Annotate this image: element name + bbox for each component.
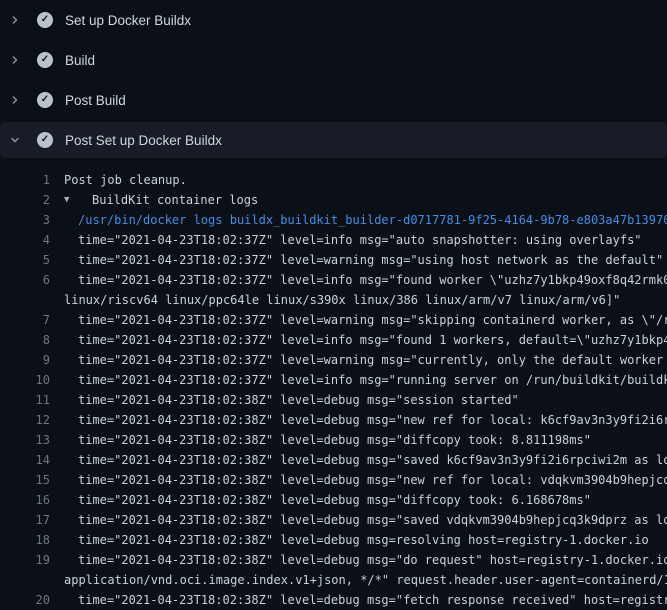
log-line: 1 Post job cleanup.: [0, 170, 667, 190]
log-line-number[interactable]: 5: [0, 250, 50, 270]
log-line: 8 time="2021-04-23T18:02:37Z" level=info…: [0, 330, 667, 350]
log-line-text: /usr/bin/docker logs buildx_buildkit_bui…: [50, 210, 667, 230]
log-line-continuation: linux/riscv64 linux/ppc64le linux/s390x …: [0, 290, 667, 310]
step-label: Build: [65, 53, 95, 68]
step-label: Set up Docker Buildx: [65, 13, 191, 28]
log-line: 7 time="2021-04-23T18:02:37Z" level=warn…: [0, 310, 667, 330]
log-line: 18 time="2021-04-23T18:02:38Z" level=deb…: [0, 530, 667, 550]
log-line-number[interactable]: 20: [0, 590, 50, 610]
log-line-number[interactable]: 6: [0, 270, 50, 290]
step-header-build[interactable]: ✓ Build: [0, 40, 667, 80]
log-line-continuation: application/vnd.oci.image.index.v1+json,…: [0, 570, 667, 590]
log-line-text: linux/riscv64 linux/ppc64le linux/s390x …: [50, 290, 620, 310]
log-group-header: 2 ▼BuildKit container logs: [0, 190, 667, 210]
log-line-number[interactable]: 7: [0, 310, 50, 330]
log-line-number[interactable]: [0, 290, 50, 310]
step-header-set-up-docker-buildx[interactable]: ✓ Set up Docker Buildx: [0, 0, 667, 40]
chevron-right-icon[interactable]: [9, 94, 21, 106]
log-line-number[interactable]: 10: [0, 370, 50, 390]
log-line-text: Post job cleanup.: [50, 170, 187, 190]
log-line: 19 time="2021-04-23T18:02:38Z" level=deb…: [0, 550, 667, 570]
log-line-number[interactable]: 18: [0, 530, 50, 550]
log-line-number[interactable]: 17: [0, 510, 50, 530]
step-label: Post Build: [65, 93, 126, 108]
log-line-text: time="2021-04-23T18:02:38Z" level=debug …: [50, 510, 667, 530]
chevron-down-icon[interactable]: [9, 134, 21, 146]
check-circle-icon: ✓: [37, 52, 53, 68]
log-area: 1 Post job cleanup. 2 ▼BuildKit containe…: [0, 158, 667, 610]
step-label: Post Set up Docker Buildx: [65, 133, 222, 148]
log-line: 16 time="2021-04-23T18:02:38Z" level=deb…: [0, 490, 667, 510]
log-line-number[interactable]: 2: [0, 190, 50, 210]
log-line: 15 time="2021-04-23T18:02:38Z" level=deb…: [0, 470, 667, 490]
log-line-text: time="2021-04-23T18:02:37Z" level=info m…: [50, 370, 667, 390]
log-line-number[interactable]: 14: [0, 450, 50, 470]
log-line-text: time="2021-04-23T18:02:37Z" level=warnin…: [50, 350, 667, 370]
log-line-number[interactable]: 16: [0, 490, 50, 510]
chevron-right-icon[interactable]: [9, 14, 21, 26]
log-line-text: time="2021-04-23T18:02:37Z" level=info m…: [50, 270, 667, 290]
log-line-number[interactable]: 4: [0, 230, 50, 250]
check-circle-icon: ✓: [37, 92, 53, 108]
steps-list: ✓ Set up Docker Buildx ✓ Build ✓ Post Bu…: [0, 0, 667, 158]
log-line: 5 time="2021-04-23T18:02:37Z" level=warn…: [0, 250, 667, 270]
log-line: 13 time="2021-04-23T18:02:38Z" level=deb…: [0, 430, 667, 450]
log-line: 9 time="2021-04-23T18:02:37Z" level=warn…: [0, 350, 667, 370]
log-line-number[interactable]: 9: [0, 350, 50, 370]
log-line-text: time="2021-04-23T18:02:38Z" level=debug …: [50, 470, 667, 490]
log-line: 17 time="2021-04-23T18:02:38Z" level=deb…: [0, 510, 667, 530]
log-line-text: time="2021-04-23T18:02:38Z" level=debug …: [50, 410, 667, 430]
log-line-number[interactable]: [0, 570, 50, 590]
log-line-text: time="2021-04-23T18:02:38Z" level=debug …: [50, 390, 519, 410]
log-line-text: time="2021-04-23T18:02:38Z" level=debug …: [50, 490, 591, 510]
log-line: 12 time="2021-04-23T18:02:38Z" level=deb…: [0, 410, 667, 430]
log-line-number[interactable]: 15: [0, 470, 50, 490]
log-line: 11 time="2021-04-23T18:02:38Z" level=deb…: [0, 390, 667, 410]
log-line-number[interactable]: 11: [0, 390, 50, 410]
log-line: 20 time="2021-04-23T18:02:38Z" level=deb…: [0, 590, 667, 610]
log-line-text: time="2021-04-23T18:02:38Z" level=debug …: [50, 530, 649, 550]
log-line-text: time="2021-04-23T18:02:38Z" level=debug …: [50, 590, 667, 610]
step-header-post-build[interactable]: ✓ Post Build: [0, 80, 667, 120]
check-circle-icon: ✓: [37, 132, 53, 148]
log-line-number[interactable]: 13: [0, 430, 50, 450]
log-line-number[interactable]: 1: [0, 170, 50, 190]
check-circle-icon: ✓: [37, 12, 53, 28]
log-line: 14 time="2021-04-23T18:02:38Z" level=deb…: [0, 450, 667, 470]
log-line-text: BuildKit container logs: [92, 190, 258, 210]
log-line-number[interactable]: 12: [0, 410, 50, 430]
log-line-text: time="2021-04-23T18:02:37Z" level=info m…: [50, 330, 667, 350]
log-line-text: time="2021-04-23T18:02:38Z" level=debug …: [50, 430, 591, 450]
log-line-text: time="2021-04-23T18:02:37Z" level=warnin…: [50, 310, 667, 330]
log-line-text: time="2021-04-23T18:02:38Z" level=debug …: [50, 450, 667, 470]
log-line: 10 time="2021-04-23T18:02:37Z" level=inf…: [0, 370, 667, 390]
chevron-right-icon[interactable]: [9, 54, 21, 66]
log-group-toggle-icon[interactable]: ▼: [50, 190, 92, 210]
log-line-number[interactable]: 8: [0, 330, 50, 350]
log-line-number[interactable]: 3: [0, 210, 50, 230]
log-line-text: time="2021-04-23T18:02:37Z" level=warnin…: [50, 250, 663, 270]
log-line: 6 time="2021-04-23T18:02:37Z" level=info…: [0, 270, 667, 290]
log-line: 4 time="2021-04-23T18:02:37Z" level=info…: [0, 230, 667, 250]
log-line-text: application/vnd.oci.image.index.v1+json,…: [50, 570, 667, 590]
step-header-post-set-up-docker-buildx[interactable]: ✓ Post Set up Docker Buildx: [0, 122, 667, 158]
log-line-command: 3 /usr/bin/docker logs buildx_buildkit_b…: [0, 210, 667, 230]
log-line-text: time="2021-04-23T18:02:38Z" level=debug …: [50, 550, 667, 570]
log-line-number[interactable]: 19: [0, 550, 50, 570]
log-line-text: time="2021-04-23T18:02:37Z" level=info m…: [50, 230, 642, 250]
